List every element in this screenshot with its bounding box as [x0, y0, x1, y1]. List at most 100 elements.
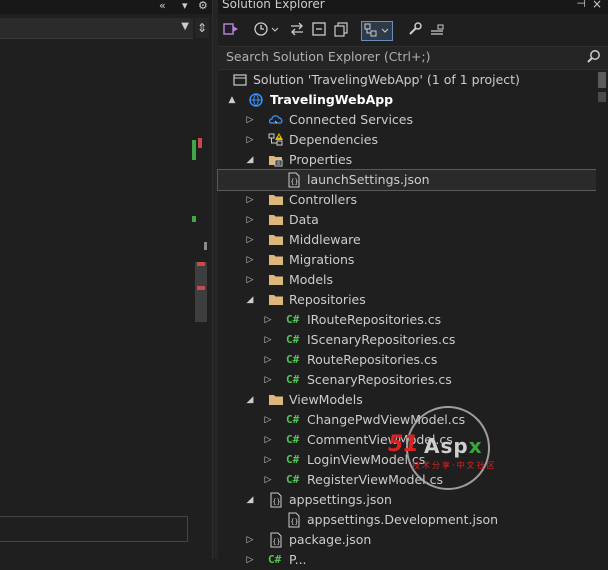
collapse-arrow-icon[interactable]: ◢ — [244, 390, 256, 410]
csharp-file-icon: C# — [268, 553, 282, 566]
folder-icon — [268, 192, 284, 208]
folder-icon — [268, 292, 284, 308]
expand-arrow-icon[interactable]: ▷ — [262, 410, 274, 430]
tree-item-label: Repositories — [289, 292, 366, 307]
tree-item[interactable]: {} launchSettings.json — [217, 169, 597, 191]
expand-arrow-icon[interactable]: ▷ — [244, 190, 256, 210]
folder-icon — [268, 392, 284, 408]
switch-views-icon[interactable] — [222, 21, 240, 41]
expand-arrow-icon[interactable]: ▷ — [244, 230, 256, 250]
tree-item[interactable]: ▷ Controllers — [218, 190, 596, 210]
sync-active-document-icon[interactable] — [288, 21, 306, 41]
csharp-file-icon: C# — [286, 333, 300, 346]
collapse-arrow-icon[interactable]: ◢ — [244, 150, 256, 170]
preview-selected-items-icon[interactable] — [361, 21, 393, 41]
tree-item[interactable]: ▷ Dependencies — [218, 130, 596, 150]
editor-topbar: « ▾ ⚙ — [0, 0, 212, 14]
change-marker — [192, 140, 196, 160]
member-dropdown[interactable]: ▼ — [0, 18, 193, 39]
tree-item[interactable]: ▷ Models — [218, 270, 596, 290]
svg-text:{}: {} — [272, 498, 280, 506]
tree-item-label: Properties — [289, 152, 353, 167]
expand-arrow-icon[interactable]: ▷ — [244, 110, 256, 130]
tree-item[interactable]: {} appsettings.Development.json — [218, 510, 596, 530]
svg-text:{}: {} — [290, 178, 298, 186]
tree-item[interactable]: ▷ C# ScenaryRepositories.cs — [218, 370, 596, 390]
expand-arrow-icon[interactable]: ▷ — [244, 550, 256, 570]
tree-item[interactable]: ▷ C# RouteRepositories.cs — [218, 350, 596, 370]
expand-arrow-icon[interactable]: ▷ — [262, 470, 274, 490]
expand-arrow-icon[interactable]: ▷ — [244, 130, 256, 150]
solution-explorer-toolbar — [218, 18, 608, 44]
tree-item[interactable]: ▷ C# IRouteRepositories.cs — [218, 310, 596, 330]
tree-item[interactable]: ◢ Repositories — [218, 290, 596, 310]
tree-item[interactable]: ▷ C# P... — [218, 550, 596, 570]
search-icon[interactable] — [586, 49, 602, 65]
split-editor-icon[interactable]: ⇕ — [195, 18, 209, 38]
tree-item-label: ViewModels — [289, 392, 363, 407]
expand-arrow-icon[interactable]: ▷ — [262, 310, 274, 330]
search-input[interactable]: Search Solution Explorer (Ctrl+;) — [226, 49, 431, 64]
tree-item[interactable]: ◢ Properties — [218, 150, 596, 170]
dropdown-arrow-icon[interactable]: ▾ — [182, 0, 188, 12]
tree-item-label: Models — [289, 272, 334, 287]
close-icon[interactable]: × — [592, 0, 602, 11]
tree-item[interactable]: Solution 'TravelingWebApp' (1 of 1 proje… — [218, 70, 596, 90]
collapse-arrow-icon[interactable]: ▲ — [226, 90, 238, 110]
collapse-arrow-icon[interactable]: ◢ — [244, 490, 256, 510]
watermark-logo: 51 Aspx 技术分享·中文社区 — [388, 404, 508, 494]
tree-item-label: appsettings.json — [289, 492, 392, 507]
gear-icon[interactable]: ⚙ — [198, 0, 208, 12]
tree-item[interactable]: ▷ Connected Services — [218, 110, 596, 130]
csharp-file-icon: C# — [286, 313, 300, 326]
json-file-icon: {} — [286, 172, 302, 188]
collapse-all-icon[interactable] — [310, 21, 328, 41]
web-project-icon — [248, 92, 264, 108]
csharp-file-icon: C# — [286, 453, 300, 466]
collapse-arrow-icon[interactable]: ◢ — [244, 290, 256, 310]
show-all-files-icon[interactable] — [332, 21, 350, 41]
tree-item[interactable]: ▷ Middleware — [218, 230, 596, 250]
tree-item-label: Middleware — [289, 232, 361, 247]
expand-arrow-icon[interactable]: ▷ — [262, 350, 274, 370]
tree-item-label: launchSettings.json — [307, 172, 430, 187]
wrench-icon[interactable] — [406, 21, 424, 41]
expand-arrow-icon[interactable]: ▷ — [244, 270, 256, 290]
scroll-marker — [204, 242, 207, 250]
expand-arrow-icon[interactable]: ▷ — [244, 210, 256, 230]
tree-item-label: IScenaryRepositories.cs — [307, 332, 456, 347]
tree-scroll-thumb[interactable] — [598, 72, 606, 88]
tree-item-label: IRouteRepositories.cs — [307, 312, 442, 327]
editor-pane: « ▾ ⚙ ▼ ⇕ — [0, 0, 212, 559]
tree-item[interactable]: ▷ C# IScenaryRepositories.cs — [218, 330, 596, 350]
expand-arrow-icon[interactable]: ▷ — [262, 430, 274, 450]
folder-icon — [268, 252, 284, 268]
tree-item-label: Migrations — [289, 252, 355, 267]
csharp-file-icon: C# — [286, 373, 300, 386]
tree-item-label: Data — [289, 212, 319, 227]
expand-arrow-icon[interactable]: ▷ — [262, 370, 274, 390]
tree-item-label: RouteRepositories.cs — [307, 352, 438, 367]
output-panel-box[interactable] — [0, 516, 188, 542]
tree-item[interactable]: ▷ Migrations — [218, 250, 596, 270]
expand-arrow-icon[interactable]: ▷ — [262, 450, 274, 470]
tree-scroll-marker — [598, 92, 606, 102]
tree-item-label: Connected Services — [289, 112, 413, 127]
editor-scroll-thumb[interactable] — [195, 262, 207, 322]
pin-icon[interactable]: ⊣ — [576, 0, 586, 10]
solution-icon — [232, 72, 248, 88]
panel-title: Solution Explorer — [222, 0, 325, 11]
history-dropdown-icon[interactable] — [252, 21, 280, 41]
expand-arrow-icon[interactable]: ▷ — [244, 530, 256, 550]
tree-scrollbar[interactable] — [596, 70, 608, 559]
tree-item[interactable]: ▷ {} package.json — [218, 530, 596, 550]
collapse-all-icon[interactable]: « — [159, 0, 166, 12]
tree-item-label: P... — [289, 552, 307, 567]
properties-icon[interactable] — [428, 21, 446, 41]
expand-arrow-icon[interactable]: ▷ — [262, 330, 274, 350]
folder-icon — [268, 272, 284, 288]
search-solution-explorer[interactable]: Search Solution Explorer (Ctrl+;) — [218, 46, 608, 70]
tree-item[interactable]: ▲ TravelingWebApp — [218, 90, 596, 110]
tree-item[interactable]: ▷ Data — [218, 210, 596, 230]
expand-arrow-icon[interactable]: ▷ — [244, 250, 256, 270]
